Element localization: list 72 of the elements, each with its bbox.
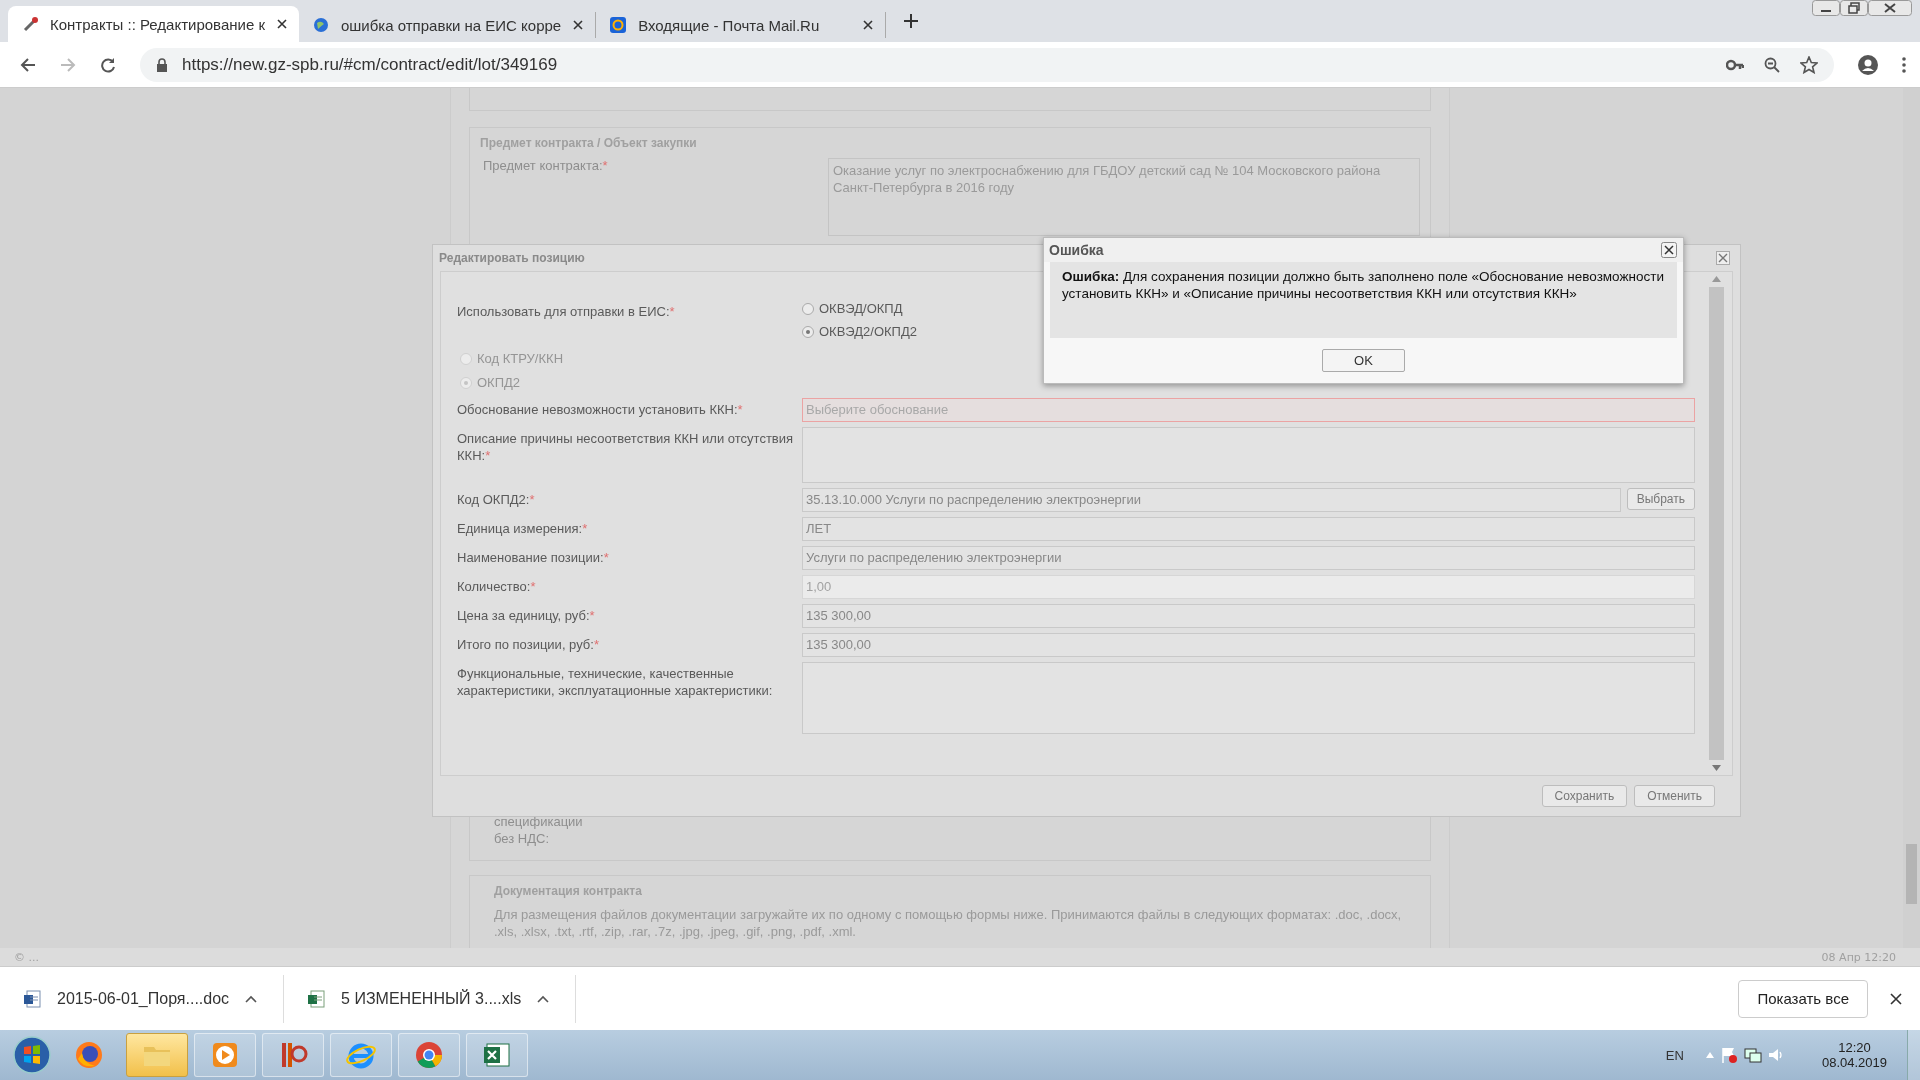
address-field[interactable]: https://new.gz-spb.ru/#cm/contract/edit/lot/349169 bbox=[140, 47, 1834, 82]
dialog-title: Редактировать позицию bbox=[439, 251, 585, 265]
tools-icon bbox=[22, 16, 38, 32]
field-label: Предмет контракта:* bbox=[482, 158, 609, 176]
field-label: Код ОКПД2:* bbox=[457, 491, 536, 509]
close-icon[interactable] bbox=[276, 19, 287, 29]
field-label: Использовать для отправки в ЕИС:* bbox=[457, 303, 676, 321]
start-button[interactable] bbox=[12, 1035, 52, 1075]
radio-button[interactable]: ОКВЭД/ОКПД bbox=[802, 300, 917, 317]
dialog-button[interactable]: Отменить bbox=[1634, 785, 1715, 807]
browser-tab[interactable]: ошибка отправки на ЕИС корре bbox=[298, 12, 597, 38]
download-item[interactable]: 2015-06-01_Поря....doc bbox=[0, 974, 285, 1023]
down-arrow-icon[interactable] bbox=[1712, 765, 1721, 771]
input-field[interactable]: ЛЕТ bbox=[802, 517, 1695, 541]
clock-time[interactable]: 12:20 bbox=[1838, 1040, 1871, 1055]
input-field[interactable]: 35.13.10.000 Услуги по распределению электроэнергии bbox=[802, 488, 1621, 512]
browser-icon bbox=[73, 1039, 105, 1071]
close-icon[interactable] bbox=[573, 20, 584, 30]
document-icon bbox=[24, 989, 41, 1008]
status-text: © ... bbox=[14, 950, 39, 964]
back-icon[interactable] bbox=[20, 56, 36, 73]
account-icon[interactable] bbox=[1858, 54, 1878, 75]
plus-icon[interactable] bbox=[904, 14, 919, 28]
timestamp: 08 Апр 12:20 bbox=[1821, 950, 1896, 964]
close-icon[interactable] bbox=[1868, 0, 1912, 16]
scrollbar[interactable] bbox=[1903, 88, 1920, 948]
browser-tab[interactable]: Входящие - Почта Mail.Ru bbox=[596, 12, 887, 38]
restore-icon[interactable] bbox=[1840, 0, 1868, 16]
select-button[interactable]: Выбрать bbox=[1626, 488, 1695, 510]
zoom-icon[interactable] bbox=[1764, 56, 1780, 73]
menu-icon[interactable] bbox=[1902, 56, 1906, 73]
input-field[interactable]: 135 300,00 bbox=[802, 633, 1695, 657]
lock-icon bbox=[156, 57, 168, 72]
browser-tab[interactable]: Контракты :: Редактирование к bbox=[8, 6, 299, 42]
close-icon[interactable] bbox=[1661, 242, 1677, 258]
dialog-button[interactable]: Сохранить bbox=[1541, 785, 1628, 807]
language-indicator[interactable]: EN bbox=[1665, 1047, 1684, 1063]
show-all-button[interactable]: Показать все bbox=[1738, 979, 1868, 1018]
field-label: Количество:* bbox=[457, 578, 537, 596]
help-text: Для размещения файлов документации загружайте их по одному с помощью формы ниже. Принимаются файлы в следующих форматах: .doc, .docx, .xls, .xlsx, .txt, .rtf, .zip, .rar, .7z, .jpg, .jpeg, .gif, .png, .pdf, .xml. bbox=[494, 906, 1403, 940]
close-icon[interactable] bbox=[1890, 992, 1902, 1005]
field-label: Единица измерения:* bbox=[457, 520, 589, 538]
caret-icon[interactable] bbox=[537, 994, 550, 1003]
radio-button[interactable]: ОКВЭД2/ОКПД2 bbox=[802, 323, 917, 340]
field-label: спецификации без НДС: bbox=[494, 813, 584, 848]
caret-icon[interactable] bbox=[245, 994, 258, 1003]
field-label: Цена за единицу, руб:* bbox=[457, 607, 596, 625]
field-label: Итого по позиции, руб:* bbox=[457, 636, 600, 654]
network-icon[interactable] bbox=[1743, 1046, 1762, 1064]
flag-icon[interactable] bbox=[1719, 1046, 1738, 1064]
download-item[interactable]: 5 ИЗМЕНЕННЫЙ 3....xls bbox=[284, 974, 577, 1023]
input-field[interactable]: Услуги по распределению электроэнергии bbox=[802, 546, 1695, 570]
close-icon[interactable] bbox=[863, 20, 874, 30]
star-icon[interactable] bbox=[1800, 55, 1818, 74]
reload-icon[interactable] bbox=[100, 56, 116, 73]
dialog-title: Ошибка bbox=[1049, 242, 1104, 258]
browser-icon bbox=[413, 1039, 445, 1071]
ok-button[interactable]: OK bbox=[1322, 349, 1405, 372]
globe-icon bbox=[312, 17, 329, 33]
key-icon[interactable] bbox=[1726, 58, 1744, 71]
document-icon bbox=[308, 989, 326, 1008]
field-label: Функциональные, технические, качественные характеристики, эксплуатационные характеристики: bbox=[457, 665, 774, 700]
scrollbar[interactable] bbox=[1709, 276, 1724, 771]
field-label: Обоснование невозможности установить ККН:* bbox=[457, 401, 744, 419]
error-message: Ошибка: Для сохранения позиции должно быть заполнено поле «Обоснование невозможности установить ККН» и «Описание причины несоответствия ККН или отсутствия ККН» bbox=[1062, 268, 1665, 302]
clock-date[interactable]: 08.04.2019 bbox=[1821, 1055, 1887, 1070]
mail-icon bbox=[610, 17, 627, 33]
field-label: Наименование позиции:* bbox=[457, 549, 610, 567]
field-label: Описание причины несоответствия ККН или отсутствия ККН:* bbox=[457, 430, 795, 465]
input-field: 1,00 bbox=[802, 575, 1695, 599]
input-field[interactable]: 135 300,00 bbox=[802, 604, 1695, 628]
minimize-icon[interactable] bbox=[1812, 0, 1840, 16]
